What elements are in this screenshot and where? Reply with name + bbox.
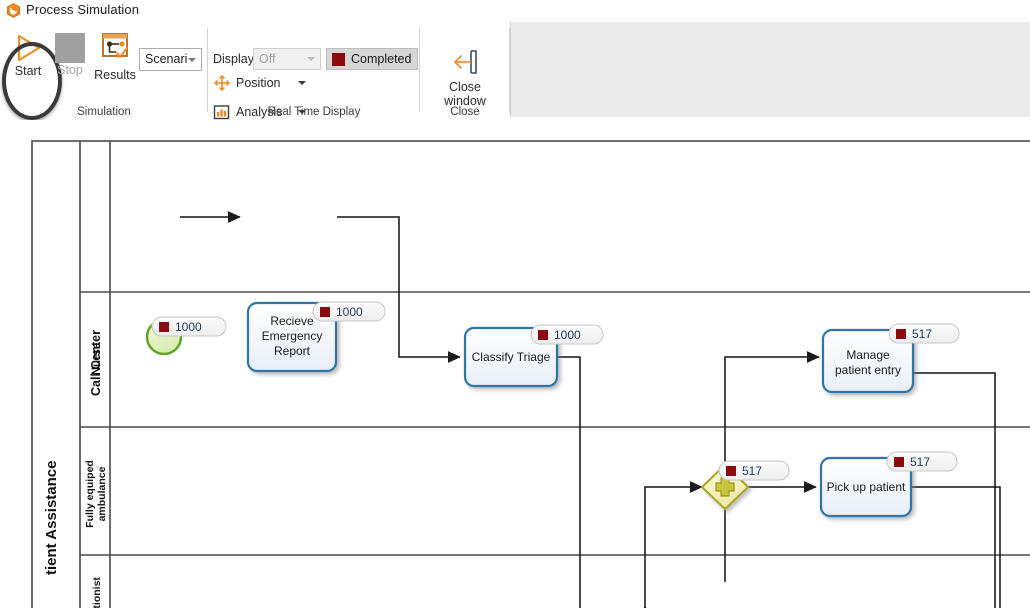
stop-button[interactable]: Stop <box>52 30 88 77</box>
results-icon <box>98 31 132 68</box>
svg-text:Manage: Manage <box>846 348 890 362</box>
lane-label-nurse: Nurse <box>91 343 103 376</box>
display-combo[interactable]: Off <box>253 48 321 70</box>
svg-text:patient entry: patient entry <box>835 363 901 377</box>
lane-label-receptionist: ptionist <box>91 577 103 608</box>
completed-button-label: Completed <box>351 52 412 66</box>
display-label: Display <box>213 52 254 66</box>
move-icon <box>213 75 231 91</box>
badge-start-event: 1000 <box>151 316 227 337</box>
chevron-down-icon[interactable] <box>298 81 306 85</box>
back-arrow-icon <box>449 46 481 78</box>
process-simulation-window: Process Simulation Start Stop Results Sc… <box>0 0 1030 608</box>
badge-parallel-gateway: 517 <box>718 460 790 481</box>
scenario-combo[interactable]: Scenari <box>139 48 202 71</box>
title-bar: Process Simulation <box>0 0 1030 22</box>
pool-label: tient Assistance <box>43 461 60 576</box>
results-button-label: Results <box>94 68 136 82</box>
svg-text:517: 517 <box>742 464 762 478</box>
chevron-down-icon <box>188 57 196 62</box>
display-combo-value: Off <box>259 52 276 66</box>
ribbon-group-real-time-display: Display Off Completed Position Analysis … <box>208 22 420 120</box>
svg-text:Recieve: Recieve <box>270 314 314 328</box>
svg-text:517: 517 <box>910 455 930 469</box>
stop-button-label: Stop <box>57 63 83 77</box>
completed-toggle-button[interactable]: Completed <box>326 48 419 70</box>
close-window-label-line1: Close <box>449 80 481 94</box>
ribbon-empty-area <box>510 22 1030 117</box>
svg-text:Pick up patient: Pick up patient <box>827 480 906 494</box>
svg-text:1000: 1000 <box>554 328 581 342</box>
hexagon-icon <box>6 3 21 18</box>
svg-text:ambulance: ambulance <box>96 466 108 521</box>
svg-text:Report: Report <box>274 344 311 358</box>
position-menu-button[interactable]: Position <box>213 72 306 94</box>
svg-text:Emergency: Emergency <box>262 329 323 343</box>
close-window-button[interactable]: Close window <box>433 46 497 108</box>
svg-text:Classify Triage: Classify Triage <box>472 350 551 364</box>
stop-icon <box>55 33 85 63</box>
window-title: Process Simulation <box>26 2 140 17</box>
results-button[interactable]: Results <box>92 30 138 82</box>
svg-text:Fully equiped: Fully equiped <box>84 460 96 528</box>
chevron-down-icon <box>307 57 315 61</box>
completed-color-swatch <box>332 52 345 66</box>
position-menu-label: Position <box>236 76 281 90</box>
ribbon-group-simulation: Start Stop Results Scenari Simulation <box>0 22 208 120</box>
svg-text:517: 517 <box>912 327 932 341</box>
group-label-real-time-display: Real Time Display <box>267 106 361 118</box>
lane-label-ambulance: Fully equiped ambulance Fully equiped am… <box>84 460 108 528</box>
badge-manage-patient-entry: 517 <box>888 323 960 344</box>
badge-recieve-emergency-report: 1000 <box>312 301 386 322</box>
svg-text:1000: 1000 <box>336 305 363 319</box>
group-label-close: Close <box>450 106 480 118</box>
ribbon-toolbar: Start Stop Results Scenari Simulation Di… <box>0 22 1030 120</box>
badge-classify-triage: 1000 <box>530 324 604 345</box>
group-separator <box>509 28 510 112</box>
ribbon-group-close: Close window Close <box>420 22 510 119</box>
svg-text:1000: 1000 <box>175 320 202 334</box>
group-label-simulation: Simulation <box>77 106 131 118</box>
bpmn-diagram-canvas[interactable]: tient Assistance Call Center Nurse Nurse… <box>0 120 1030 608</box>
badge-pick-up-patient: 517 <box>886 451 958 472</box>
scenario-combo-value: Scenari <box>145 52 188 66</box>
